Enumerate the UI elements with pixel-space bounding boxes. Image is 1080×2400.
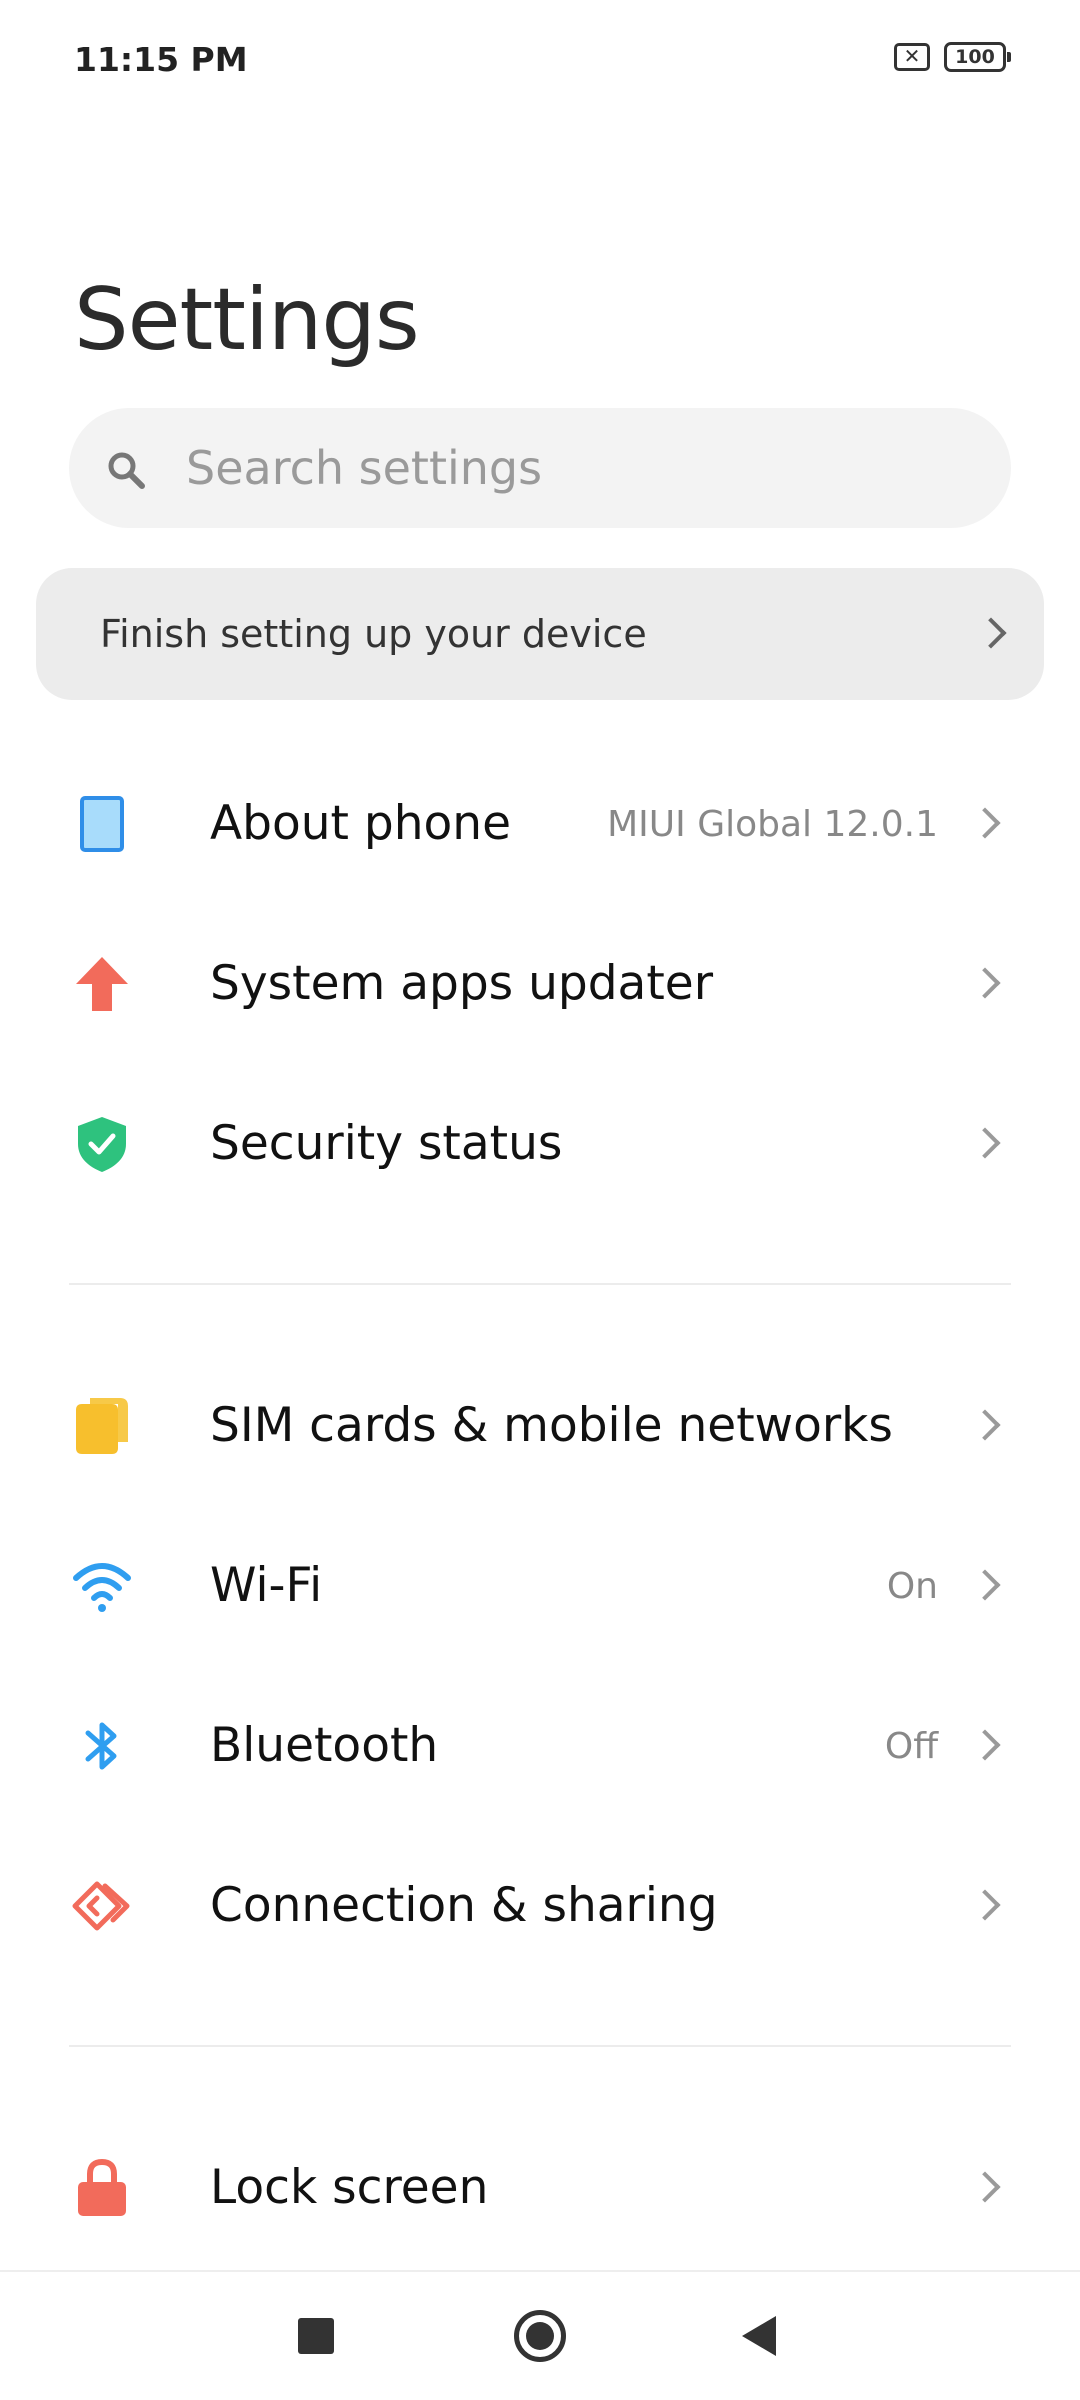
settings-item-value: On (886, 1566, 938, 1607)
settings-item-system-apps-updater[interactable]: System apps updater (0, 904, 1080, 1064)
status-bar: 11:15 PM ✕ 100 (0, 0, 1080, 120)
chevron-right-icon (969, 1889, 1001, 1921)
chevron-right-icon (969, 967, 1001, 999)
chevron-right-icon (975, 617, 1007, 649)
search-icon (108, 452, 145, 489)
page-title: Settings (74, 270, 420, 370)
sim-x-icon: ✕ (894, 43, 930, 71)
battery-icon: 100 (944, 42, 1011, 72)
settings-item-label: Connection & sharing (210, 1878, 718, 1933)
status-time: 11:15 PM (74, 40, 248, 79)
settings-item-value: Off (884, 1726, 938, 1767)
home-icon[interactable] (514, 2310, 566, 2362)
chevron-right-icon (969, 2171, 1001, 2203)
settings-item-about-phone[interactable]: About phone MIUI Global 12.0.1 (0, 744, 1080, 904)
shield-check-icon (78, 1117, 126, 1172)
settings-item-label: System apps updater (210, 956, 714, 1011)
settings-item-label: Security status (210, 1116, 563, 1171)
section-divider (69, 2045, 1011, 2047)
settings-item-lock-screen[interactable]: Lock screen (0, 2108, 1080, 2268)
finish-setup-label: Finish setting up your device (100, 612, 647, 656)
settings-item-label: Wi-Fi (210, 1558, 323, 1613)
battery-level: 100 (955, 46, 995, 68)
back-icon[interactable] (742, 2316, 776, 2356)
settings-item-label: SIM cards & mobile networks (210, 1398, 893, 1453)
navigation-bar (0, 2270, 1080, 2400)
chevron-right-icon (969, 1127, 1001, 1159)
bluetooth-icon (85, 1722, 117, 1770)
chevron-right-icon (969, 1569, 1001, 1601)
settings-item-connection-sharing[interactable]: Connection & sharing (0, 1826, 1080, 1986)
phone-icon (80, 796, 124, 852)
settings-item-value: MIUI Global 12.0.1 (607, 804, 938, 845)
settings-item-label: Bluetooth (210, 1718, 439, 1773)
recents-icon[interactable] (298, 2318, 334, 2354)
status-icons: ✕ 100 (894, 42, 1011, 72)
chevron-right-icon (969, 1409, 1001, 1441)
lock-icon (78, 2158, 126, 2216)
settings-item-wifi[interactable]: Wi-Fi On (0, 1506, 1080, 1666)
arrow-up-icon (76, 957, 128, 1011)
section-divider (69, 1283, 1011, 1285)
chevron-right-icon (969, 807, 1001, 839)
connection-sharing-icon (72, 1881, 130, 1931)
chevron-right-icon (969, 1729, 1001, 1761)
settings-item-bluetooth[interactable]: Bluetooth Off (0, 1666, 1080, 1826)
sim-card-icon (76, 1398, 128, 1454)
wifi-icon (73, 1563, 131, 1612)
search-input[interactable] (184, 438, 984, 498)
settings-item-sim-cards[interactable]: SIM cards & mobile networks (0, 1346, 1080, 1506)
settings-item-label: Lock screen (210, 2160, 489, 2215)
settings-item-label: About phone (210, 796, 511, 851)
settings-item-security-status[interactable]: Security status (0, 1064, 1080, 1224)
finish-setup-card[interactable]: Finish setting up your device (36, 568, 1044, 700)
